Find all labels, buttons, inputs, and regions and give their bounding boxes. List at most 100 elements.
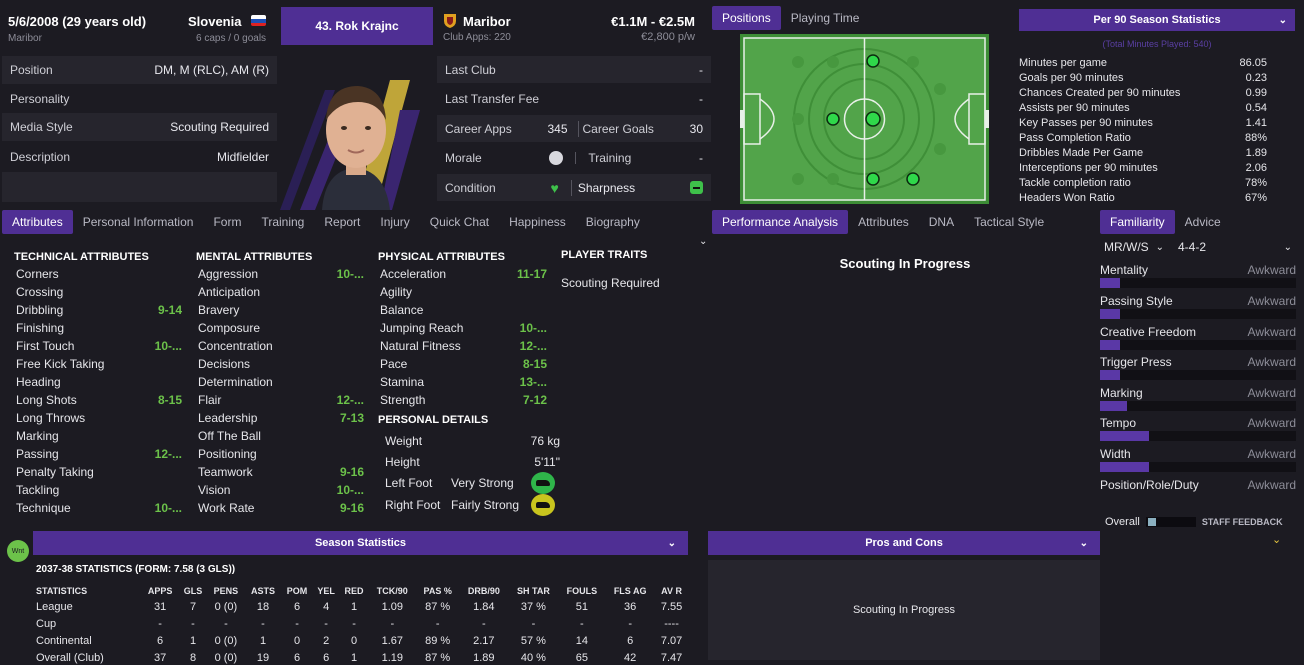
attribute-row[interactable]: Marking	[16, 427, 182, 445]
left-tab-personal-information[interactable]: Personal Information	[73, 210, 204, 234]
attribute-row[interactable]: Free Kick Taking	[16, 355, 182, 373]
role-select[interactable]: MR/W/S ⌄	[1100, 238, 1168, 256]
attribute-row[interactable]: Long Shots 8-15	[16, 391, 182, 409]
table-header-cell[interactable]: POM	[281, 583, 312, 598]
mid-tab-attributes[interactable]: Attributes	[848, 210, 919, 234]
attribute-row[interactable]: Natural Fitness 12-...	[380, 337, 547, 355]
table-cell: 0	[350, 634, 358, 647]
description-value: Midfielder	[216, 149, 269, 164]
table-cell: -	[435, 617, 440, 630]
per90-dropdown[interactable]: Per 90 Season Statistics ⌄	[1019, 9, 1295, 31]
table-cell: 0 (0)	[214, 634, 238, 647]
table-header-cell[interactable]: TCK/90	[369, 583, 416, 598]
attribute-label: Stamina	[380, 375, 425, 389]
attribute-row[interactable]: Vision 10-...	[198, 481, 364, 499]
left-tab-report[interactable]: Report	[314, 210, 370, 234]
attribute-row[interactable]: Finishing	[16, 319, 182, 337]
attribute-row[interactable]: Tackling	[16, 481, 182, 499]
attribute-row[interactable]: Determination	[198, 373, 364, 391]
familiarity-bar-fill	[1100, 462, 1149, 472]
tab-positions[interactable]: Positions	[712, 6, 781, 30]
right-tab-advice[interactable]: Advice	[1175, 210, 1231, 234]
table-header-cell[interactable]: FOULS	[559, 583, 606, 598]
table-header-cell[interactable]: RED	[340, 583, 369, 598]
right-tab-familiarity[interactable]: Familiarity	[1100, 210, 1175, 234]
attribute-row[interactable]: Long Throws	[16, 409, 182, 427]
attribute-row[interactable]: Technique 10-...	[16, 499, 182, 517]
attribute-row[interactable]: Off The Ball	[198, 427, 364, 445]
attribute-row[interactable]: Acceleration 11-17	[380, 265, 547, 283]
chevron-down-icon[interactable]: ⌄	[1272, 533, 1281, 546]
left-tab-attributes[interactable]: Attributes	[2, 210, 73, 234]
table-header-cell[interactable]: APPS	[141, 583, 178, 598]
left-tab-happiness[interactable]: Happiness	[499, 210, 576, 234]
season-stats-dropdown[interactable]: Season Statistics ⌄	[33, 531, 688, 555]
attribute-row[interactable]: Concentration	[198, 337, 364, 355]
attribute-row[interactable]: Work Rate 9-16	[198, 499, 364, 517]
position-label: Position	[10, 63, 53, 77]
attribute-row[interactable]: Corners	[16, 265, 182, 283]
chevron-down-icon[interactable]: ⌄	[699, 236, 707, 247]
table-header-cell[interactable]: STATISTICS	[33, 583, 141, 598]
attribute-row[interactable]: Pace 8-15	[380, 355, 547, 373]
pros-cons-dropdown[interactable]: Pros and Cons ⌄	[708, 531, 1100, 555]
chevron-down-icon: ⌄	[667, 537, 676, 549]
familiarity-label-row: Tempo Awkward	[1100, 415, 1296, 431]
mid-tab-performance-analysis[interactable]: Performance Analysis	[712, 210, 849, 234]
table-row[interactable]: Overall (Club) 37 8 0 (0) 19 6 6 1 1.19 87 % 1.89 4…	[33, 649, 688, 665]
table-header-cell[interactable]: DRB/90	[459, 583, 508, 598]
per90-row: Pass Completion Ratio 88%	[1019, 130, 1267, 145]
attribute-label: Natural Fitness	[380, 339, 461, 353]
left-tab-training[interactable]: Training	[251, 210, 314, 234]
tab-playing-time[interactable]: Playing Time	[781, 6, 870, 30]
staff-feedback-link[interactable]: STAFF FEEDBACK	[1202, 517, 1283, 527]
nation-name[interactable]: Slovenia	[188, 14, 241, 29]
attribute-label: Tackling	[16, 483, 60, 497]
left-tab-quick-chat[interactable]: Quick Chat	[420, 210, 499, 234]
formation-select[interactable]: 4-4-2 ⌄	[1174, 238, 1296, 256]
attribute-row[interactable]: Passing 12-...	[16, 445, 182, 463]
mid-tab-tactical-style[interactable]: Tactical Style	[964, 210, 1054, 234]
left-tab-form[interactable]: Form	[203, 210, 251, 234]
familiarity-row: Mentality Awkward	[1100, 262, 1296, 288]
attribute-row[interactable]: Agility	[380, 283, 547, 301]
attribute-row[interactable]: Composure	[198, 319, 364, 337]
mid-tab-dna[interactable]: DNA	[919, 210, 964, 234]
table-row[interactable]: Cup - - - - - - - - - - - - - ----	[33, 615, 688, 632]
attribute-row[interactable]: Bravery	[198, 301, 364, 319]
attribute-row[interactable]: Leadership 7-13	[198, 409, 364, 427]
attribute-row[interactable]: Dribbling 9-14	[16, 301, 182, 319]
attribute-row[interactable]: Stamina 13-...	[380, 373, 547, 391]
morale-icon[interactable]	[549, 150, 564, 165]
table-row[interactable]: Continental 6 1 0 (0) 1 0 2 0 1.67 89 % 2.17 57 % 14…	[33, 632, 688, 649]
attribute-row[interactable]: Positioning	[198, 445, 364, 463]
wage: €2,800 p/w	[641, 31, 695, 43]
table-header-cell[interactable]: AV R	[655, 583, 688, 598]
table-header-cell[interactable]: ASTS	[245, 583, 282, 598]
attribute-row[interactable]: Jumping Reach 10-...	[380, 319, 547, 337]
attribute-row[interactable]: Teamwork 9-16	[198, 463, 364, 481]
attribute-row[interactable]: Flair 12-...	[198, 391, 364, 409]
attribute-row[interactable]: Crossing	[16, 283, 182, 301]
table-header-cell[interactable]: PAS %	[416, 583, 459, 598]
table-header-cell[interactable]: PENS	[207, 583, 244, 598]
attribute-row[interactable]: Decisions	[198, 355, 364, 373]
table-cell: 6	[293, 600, 301, 613]
table-header-cell[interactable]: GLS	[179, 583, 207, 598]
table-row[interactable]: League 31 7 0 (0) 18 6 4 1 1.09 87 % 1.84 37 % 51 36 7…	[33, 598, 688, 615]
attribute-row[interactable]: Balance	[380, 301, 547, 319]
attribute-row[interactable]: Penalty Taking	[16, 463, 182, 481]
table-header-cell[interactable]: SH TAR	[508, 583, 558, 598]
table-header-cell[interactable]: YEL	[313, 583, 340, 598]
career-goals-value: 30	[689, 121, 703, 136]
attribute-row[interactable]: First Touch 10-...	[16, 337, 182, 355]
attribute-row[interactable]: Anticipation	[198, 283, 364, 301]
player-name-button[interactable]: 43. Rok Krajnc	[281, 7, 433, 45]
club-name[interactable]: Maribor	[463, 14, 511, 29]
attribute-row[interactable]: Aggression 10-...	[198, 265, 364, 283]
left-tab-biography[interactable]: Biography	[576, 210, 650, 234]
attribute-row[interactable]: Heading	[16, 373, 182, 391]
table-header-cell[interactable]: FLS AG	[605, 583, 655, 598]
left-tab-injury[interactable]: Injury	[370, 210, 419, 234]
attribute-row[interactable]: Strength 7-12	[380, 391, 547, 409]
